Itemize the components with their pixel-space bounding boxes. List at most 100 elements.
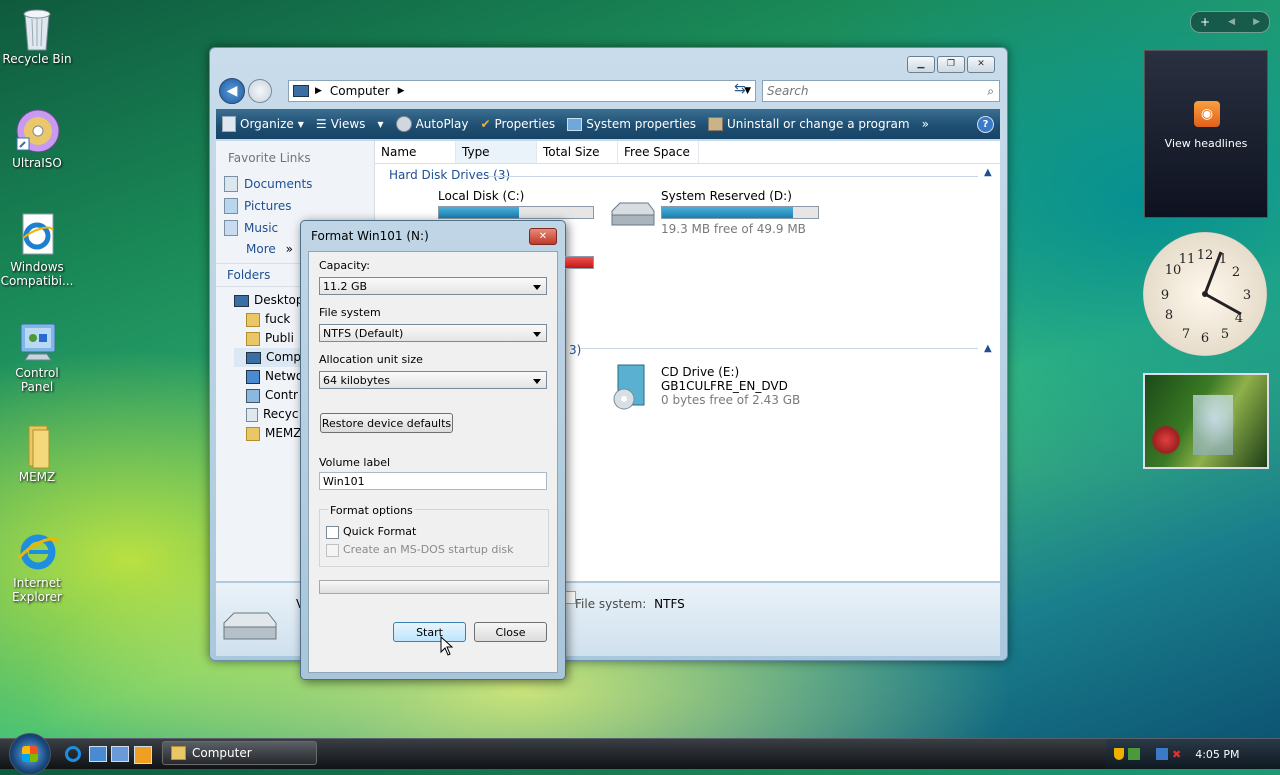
dialog-close-button[interactable]: ✕ bbox=[529, 228, 557, 245]
network-icon bbox=[246, 369, 260, 384]
svg-text:2: 2 bbox=[1232, 265, 1240, 280]
toolbar-overflow-button[interactable]: » bbox=[916, 117, 935, 131]
chevron-down-icon: ▼ bbox=[377, 119, 384, 129]
hard-drive-icon bbox=[608, 201, 656, 234]
tree-item-recycle-bin[interactable]: Recyc bbox=[234, 405, 304, 424]
forward-button[interactable] bbox=[248, 79, 272, 103]
search-input[interactable]: Search bbox=[763, 84, 809, 98]
slideshow-gadget[interactable] bbox=[1143, 373, 1269, 469]
refresh-icon[interactable]: ⇆ bbox=[734, 81, 746, 97]
feed-gadget[interactable]: ◉ View headlines bbox=[1144, 50, 1268, 218]
quicklaunch-media-player-icon[interactable] bbox=[134, 746, 152, 764]
properties-button[interactable]: ✔ Properties bbox=[474, 117, 561, 131]
checkbox-box[interactable] bbox=[326, 525, 339, 539]
add-gadget-icon[interactable]: + bbox=[1200, 15, 1210, 29]
desktop-icon-ultraiso[interactable]: UltraISO bbox=[0, 108, 74, 170]
clock[interactable]: 4:05 PM bbox=[1195, 748, 1239, 761]
desktop-icon-label: Recycle Bin bbox=[2, 52, 72, 66]
volume-muted-icon[interactable]: ✖ bbox=[1172, 748, 1181, 761]
volume-label-input[interactable]: Win101 bbox=[319, 472, 547, 490]
tree-item-memz[interactable]: MEMZ bbox=[234, 424, 304, 443]
computer-icon bbox=[293, 85, 309, 97]
desktop-icon-label: UltraISO bbox=[12, 156, 62, 170]
column-total-size[interactable]: Total Size bbox=[537, 141, 618, 163]
minimize-button[interactable]: ▁ bbox=[907, 56, 935, 73]
drive-e[interactable]: CD Drive (E:) GB1CULFRE_EN_DVD 0 bytes f… bbox=[661, 365, 831, 407]
autoplay-button[interactable]: AutoPlay bbox=[390, 116, 475, 132]
desktop-icon-internet-explorer[interactable]: Internet Explorer bbox=[0, 528, 74, 604]
drive-c[interactable]: Local Disk (C:) bbox=[438, 189, 598, 219]
security-shield-icon[interactable] bbox=[1114, 748, 1124, 760]
tree-item-control-panel[interactable]: Contr bbox=[234, 386, 304, 405]
fav-link-documents[interactable]: Documents bbox=[224, 176, 312, 192]
address-bar[interactable]: ▶ Computer ▶ ▼ bbox=[288, 80, 756, 102]
start-button[interactable]: Start bbox=[393, 622, 466, 642]
desktop-icon-label: Control Panel bbox=[15, 366, 59, 394]
drive-e-free: 0 bytes free of 2.43 GB bbox=[661, 393, 801, 407]
quicklaunch-switch-windows-icon[interactable] bbox=[111, 746, 129, 762]
system-tray: ✖ 4:05 PM bbox=[1106, 739, 1280, 769]
system-properties-icon bbox=[567, 117, 583, 131]
column-type[interactable]: Type bbox=[456, 141, 537, 163]
previous-icon[interactable]: ◀ bbox=[1228, 17, 1235, 27]
close-icon: ✕ bbox=[538, 231, 548, 242]
uninstall-icon bbox=[708, 117, 723, 131]
fav-link-pictures[interactable]: Pictures bbox=[224, 198, 292, 214]
desktop-icon-windows-compat[interactable]: Windows Compatibi... bbox=[0, 212, 74, 288]
feed-label: View headlines bbox=[1164, 137, 1248, 150]
fav-link-more[interactable]: More » bbox=[246, 242, 293, 256]
pictures-icon bbox=[224, 198, 238, 214]
internet-explorer-icon bbox=[15, 528, 61, 572]
desktop-icon-label: Windows Compatibi... bbox=[0, 260, 74, 288]
drive-d-name: System Reserved (D:) bbox=[661, 189, 792, 203]
taskbar: Computer ✖ 4:05 PM bbox=[0, 733, 1280, 775]
capacity-select[interactable]: 11.2 GB bbox=[319, 277, 547, 295]
desktop-icon-recycle-bin[interactable]: Recycle Bin bbox=[0, 4, 74, 66]
folder-icon bbox=[246, 426, 260, 441]
column-free-space[interactable]: Free Space bbox=[618, 141, 699, 163]
quicklaunch-show-desktop-icon[interactable] bbox=[89, 746, 107, 762]
uninstall-button[interactable]: Uninstall or change a program bbox=[702, 117, 916, 131]
restore-defaults-button[interactable]: Restore device defaults bbox=[320, 413, 453, 433]
drive-d[interactable]: System Reserved (D:) 19.3 MB free of 49.… bbox=[661, 189, 831, 236]
tree-item-computer[interactable]: Comp bbox=[234, 348, 304, 367]
help-button[interactable]: ? bbox=[971, 115, 1000, 133]
system-properties-button[interactable]: System properties bbox=[561, 117, 702, 131]
group-hard-disk-drives[interactable]: Hard Disk Drives (3) bbox=[389, 168, 510, 182]
back-button[interactable]: ◀ bbox=[219, 78, 245, 104]
desktop-icon-memz[interactable]: MEMZ bbox=[0, 422, 74, 484]
organize-button[interactable]: Organize ▼ bbox=[216, 116, 310, 132]
taskbar-button-computer[interactable]: Computer bbox=[162, 741, 317, 765]
start-orb-button[interactable] bbox=[9, 733, 51, 775]
close-window-button[interactable]: ✕ bbox=[967, 56, 995, 73]
column-headers: Name Type Total Size Free Space bbox=[375, 141, 1000, 164]
collapse-group-icon[interactable]: ▲ bbox=[984, 167, 992, 178]
tree-item-fuck[interactable]: fuck bbox=[234, 310, 304, 329]
maximize-button[interactable]: ❐ bbox=[937, 56, 965, 73]
column-name[interactable]: Name bbox=[375, 141, 456, 163]
collapse-group-icon[interactable]: ▲ bbox=[984, 343, 992, 354]
format-dialog: Format Win101 (N:) ✕ Capacity: 11.2 GB F… bbox=[300, 220, 566, 680]
network-tray-icon[interactable] bbox=[1156, 748, 1168, 760]
address-text: Computer bbox=[329, 84, 390, 98]
mouse-cursor-icon bbox=[440, 635, 454, 659]
tree-item-public[interactable]: Publi bbox=[234, 329, 304, 348]
music-icon bbox=[224, 220, 238, 236]
allocation-select[interactable]: 64 kilobytes bbox=[319, 371, 547, 389]
quicklaunch-ie-icon[interactable] bbox=[65, 746, 81, 762]
svg-text:12: 12 bbox=[1197, 248, 1214, 263]
clock-face-icon: 1223 456 789 1011 1 bbox=[1161, 248, 1251, 346]
quick-format-checkbox[interactable]: Quick Format bbox=[326, 525, 416, 539]
search-box[interactable]: Search ⌕ bbox=[762, 80, 1000, 102]
back-arrow-icon: ◀ bbox=[226, 83, 238, 99]
fav-link-music[interactable]: Music bbox=[224, 220, 278, 236]
close-button[interactable]: Close bbox=[474, 622, 547, 642]
next-icon[interactable]: ▶ bbox=[1253, 17, 1260, 27]
update-icon[interactable] bbox=[1128, 748, 1140, 760]
desktop-icon-control-panel[interactable]: Control Panel bbox=[0, 318, 74, 394]
tree-item-desktop[interactable]: Desktop bbox=[234, 291, 304, 310]
views-button[interactable]: ☰ Views ▼ bbox=[310, 117, 390, 131]
tree-item-network[interactable]: Netwo bbox=[234, 367, 304, 386]
filesystem-select[interactable]: NTFS (Default) bbox=[319, 324, 547, 342]
group-removable-storage[interactable]: 3) bbox=[569, 343, 581, 357]
